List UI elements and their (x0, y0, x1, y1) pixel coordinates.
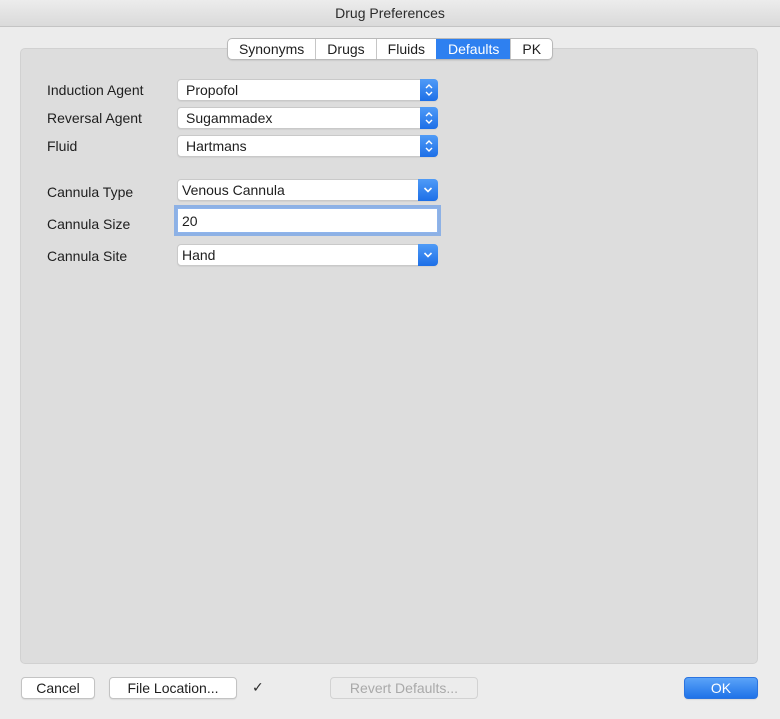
fluid-combo[interactable]: Hartmans (177, 135, 438, 157)
checkmark-icon: ✓ (252, 679, 264, 695)
tab-defaults[interactable]: Defaults (436, 39, 511, 59)
tab-pk[interactable]: PK (510, 39, 552, 59)
reversal-agent-combo[interactable]: Sugammadex (177, 107, 438, 129)
cannula-type-value: Venous Cannula (182, 182, 285, 198)
chevron-down-icon[interactable] (418, 244, 438, 266)
window-title: Drug Preferences (0, 0, 780, 27)
up-down-chevron-icon[interactable] (420, 135, 438, 157)
cannula-size-label: Cannula Size (47, 216, 131, 232)
induction-agent-value: Propofol (186, 82, 239, 98)
segmented-control: Synonyms Drugs Fluids Defaults PK (226, 38, 554, 60)
cannula-site-value: Hand (182, 247, 216, 263)
reversal-agent-label: Reversal Agent (47, 110, 142, 126)
chevron-down-icon[interactable] (418, 179, 438, 201)
fluid-value: Hartmans (186, 138, 247, 154)
cannula-type-popup[interactable]: Venous Cannula (177, 179, 438, 201)
tab-bar: Synonyms Drugs Fluids Defaults PK (0, 38, 780, 60)
cancel-button[interactable]: Cancel (21, 677, 95, 699)
tab-drugs[interactable]: Drugs (315, 39, 375, 59)
revert-defaults-button[interactable]: Revert Defaults... (330, 677, 478, 699)
up-down-chevron-icon[interactable] (420, 79, 438, 101)
induction-agent-label: Induction Agent (47, 82, 144, 98)
cannula-site-label: Cannula Site (47, 248, 128, 264)
ok-button[interactable]: OK (684, 677, 758, 699)
file-location-button[interactable]: File Location... (109, 677, 237, 699)
reversal-agent-value: Sugammadex (186, 110, 273, 126)
up-down-chevron-icon[interactable] (420, 107, 438, 129)
tab-fluids[interactable]: Fluids (375, 39, 436, 59)
cannula-site-popup[interactable]: Hand (177, 244, 438, 266)
tab-synonyms[interactable]: Synonyms (228, 39, 315, 59)
fluid-label: Fluid (47, 138, 78, 154)
cannula-size-input[interactable] (177, 208, 438, 233)
cannula-type-label: Cannula Type (47, 184, 134, 200)
induction-agent-combo[interactable]: Propofol (177, 79, 438, 101)
